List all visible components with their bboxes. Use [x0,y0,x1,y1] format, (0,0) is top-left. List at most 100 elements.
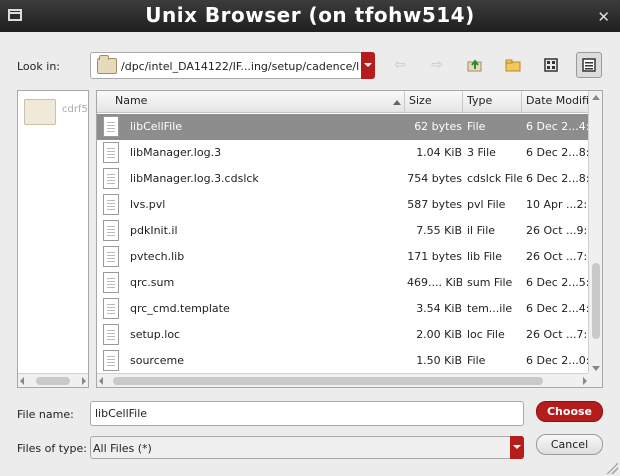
look-in-combo[interactable]: /dpc/intel_DA14122/IF...ing/setup/cadenc… [90,52,375,79]
file-icon [103,272,119,293]
file-size: 1.04 KiB [416,146,462,159]
file-icon [103,298,119,319]
sort-ascending-icon [393,100,401,105]
file-list: Name Size Type Date Modified libCellFile… [96,90,603,388]
file-name: pvtech.lib [130,250,185,263]
file-icon [103,220,119,241]
file-size: 2.00 KiB [416,328,462,341]
file-rows: libCellFile 62 bytes File 6 Dec 2...4:0 … [97,113,589,375]
chevron-down-icon[interactable] [510,436,524,459]
file-icon [103,168,119,189]
file-name: libCellFile [130,120,183,133]
forward-icon[interactable]: ⇨ [424,52,450,78]
file-date: 10 Apr ...2:5 [526,198,588,211]
column-header-size[interactable]: Size [405,91,463,113]
file-size: 754 bytes [407,172,462,185]
icon-view-icon[interactable] [538,52,564,78]
file-date: 6 Dec 2...4:0 [526,120,588,133]
file-row[interactable]: setup.loc 2.00 KiB loc File 26 Oct ...7:… [97,322,589,348]
file-size: 7.55 KiB [416,224,462,237]
file-size: 1.50 KiB [416,354,462,367]
scroll-right-icon[interactable] [82,377,86,385]
sidebar-item-cdrf5[interactable]: cdrf5 [22,97,88,127]
files-of-type-combo[interactable]: All Files (*) [90,436,524,459]
file-date: 6 Dec 2...8:5 [526,146,588,159]
chevron-down-icon[interactable] [361,52,375,79]
resize-grip-icon[interactable] [606,462,618,474]
folder-icon [97,55,117,74]
vertical-scrollbar[interactable] [588,91,602,375]
file-date: 26 Oct ...9:3 [526,224,588,237]
file-name: qrc_cmd.template [130,302,230,315]
file-icon [103,324,119,345]
new-folder-icon[interactable] [500,52,526,78]
files-of-type-value: All Files (*) [93,442,152,455]
horizontal-scrollbar[interactable] [97,373,589,387]
file-row[interactable]: qrc.sum 469.... KiB sum File 6 Dec 2...5… [97,270,589,296]
cancel-button[interactable]: Cancel [536,434,603,455]
file-row[interactable]: qrc_cmd.template 3.54 KiB tem...ile 6 De… [97,296,589,322]
cancel-button-label: Cancel [550,438,589,451]
file-type: pvl File [467,198,506,211]
file-date: 6 Dec 2...0:4 [526,354,588,367]
title-bar: Unix Browser (on tfohw514) ✕ [0,0,620,32]
list-view-icon[interactable] [576,52,602,78]
file-date: 26 Oct ...7:3 [526,250,588,263]
file-row[interactable]: pdkInit.il 7.55 KiB il File 26 Oct ...9:… [97,218,589,244]
choose-button[interactable]: Choose [536,401,603,422]
file-row[interactable]: libManager.log.3.cdslck 754 bytes cdslck… [97,166,589,192]
files-of-type-label: Files of type: [17,442,88,455]
sidebar-horizontal-scrollbar[interactable] [18,373,88,387]
file-size: 171 bytes [407,250,462,263]
file-date: 6 Dec 2...8:5 [526,172,588,185]
parent-folder-icon[interactable] [462,52,488,78]
file-name: setup.loc [130,328,181,341]
file-row[interactable]: libManager.log.3 1.04 KiB 3 File 6 Dec 2… [97,140,589,166]
look-in-path: /dpc/intel_DA14122/IF...ing/setup/cadenc… [121,60,359,73]
file-date: 6 Dec 2...5:4 [526,276,588,289]
file-name: libManager.log.3 [130,146,222,159]
scrollbar-thumb[interactable] [592,263,600,339]
file-date: 26 Oct ...7:3 [526,328,588,341]
file-icon [103,246,119,267]
file-row[interactable]: pvtech.lib 171 bytes lib File 26 Oct ...… [97,244,589,270]
column-header-name[interactable]: Name [97,91,405,113]
file-row[interactable]: libCellFile 62 bytes File 6 Dec 2...4:0 [97,114,589,140]
file-size: 62 bytes [414,120,462,133]
file-name-label: File name: [17,408,74,421]
places-sidebar: cdrf5 [17,90,89,388]
file-name: pdkInit.il [130,224,178,237]
file-type: File [467,120,486,133]
folder-icon [24,99,56,125]
file-size: 469.... KiB [407,276,462,289]
scroll-right-icon[interactable] [583,377,587,385]
file-type: 3 File [467,146,496,159]
file-type: tem...ile [467,302,513,315]
scroll-left-icon[interactable] [99,377,103,385]
file-date: 6 Dec 2...4:1 [526,302,588,315]
file-type: sum File [467,276,513,289]
scrollbar-thumb[interactable] [36,377,70,385]
file-name: lvs.pvl [130,198,166,211]
file-icon [103,194,119,215]
file-type: il File [467,224,496,237]
file-size: 587 bytes [407,198,462,211]
look-in-label: Look in: [17,60,60,73]
column-header-type[interactable]: Type [463,91,522,113]
back-icon[interactable]: ⇦ [387,52,413,78]
close-icon[interactable]: ✕ [597,8,610,26]
window-title: Unix Browser (on tfohw514) [145,3,475,27]
column-header-date-modified[interactable]: Date Modified [522,91,589,113]
scroll-down-icon[interactable] [592,366,600,371]
file-name: qrc.sum [130,276,175,289]
file-list-header: Name Size Type Date Modified [97,91,589,113]
file-type: File [467,354,486,367]
file-row[interactable]: sourceme 1.50 KiB File 6 Dec 2...0:4 [97,348,589,374]
file-type: cdslck File [467,172,522,185]
scroll-up-icon[interactable] [592,95,600,100]
scroll-corner [588,373,602,387]
file-name-input[interactable]: libCellFile [90,401,524,426]
scrollbar-thumb[interactable] [113,377,543,385]
file-row[interactable]: lvs.pvl 587 bytes pvl File 10 Apr ...2:5 [97,192,589,218]
scroll-left-icon[interactable] [20,377,24,385]
